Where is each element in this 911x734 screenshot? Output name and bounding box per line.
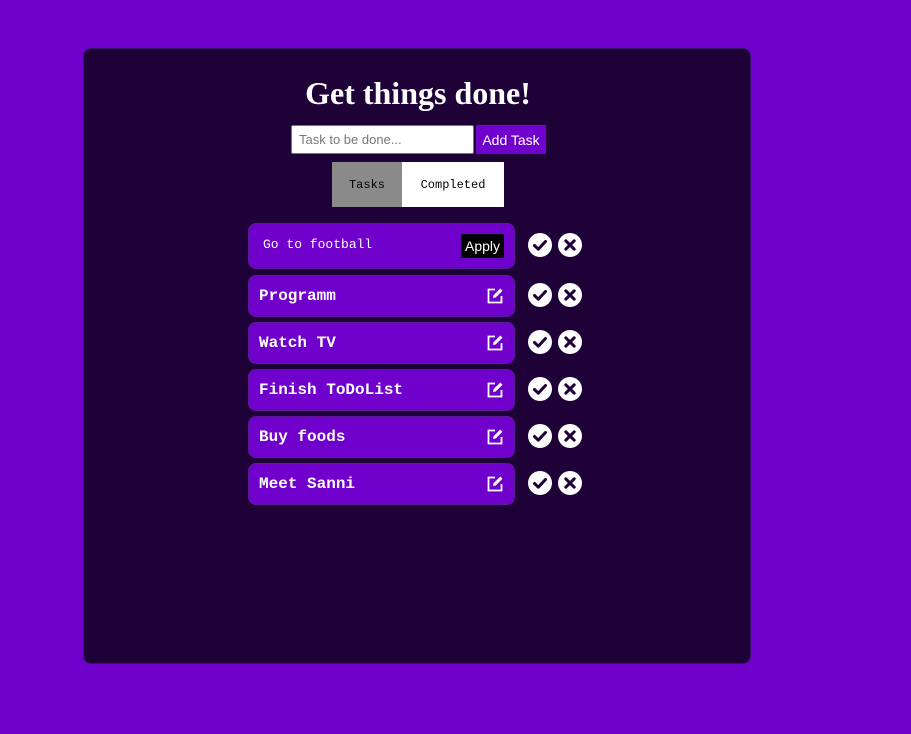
edit-icon[interactable]: [486, 334, 504, 352]
page-title: Get things done!: [305, 75, 531, 111]
task-item[interactable]: Buy foods: [248, 416, 515, 458]
check-circle-icon[interactable]: [528, 471, 552, 495]
close-circle-icon[interactable]: [558, 233, 582, 257]
task-item[interactable]: Watch TV: [248, 322, 515, 364]
task-row: Watch TV: [248, 322, 582, 364]
task-row: Programm: [248, 275, 582, 317]
task-label: Buy foods: [259, 428, 346, 446]
task-label: Meet Sanni: [259, 475, 356, 493]
check-circle-icon[interactable]: [528, 330, 552, 354]
task-item[interactable]: Programm: [248, 275, 515, 317]
task-row: Meet Sanni: [248, 463, 582, 505]
task-item[interactable]: Finish ToDoList: [248, 369, 515, 411]
task-label: Programm: [259, 287, 336, 305]
add-task-button[interactable]: Add Task: [476, 125, 546, 154]
check-circle-icon[interactable]: [528, 424, 552, 448]
task-row-editing: Apply: [248, 223, 582, 269]
task-row: Finish ToDoList: [248, 369, 582, 411]
tab-tasks[interactable]: Tasks: [332, 162, 402, 207]
task-item[interactable]: Meet Sanni: [248, 463, 515, 505]
close-circle-icon[interactable]: [558, 283, 582, 307]
edit-icon[interactable]: [486, 287, 504, 305]
todo-panel: Get things done! Add Task Tasks Complete…: [83, 48, 751, 664]
tab-completed[interactable]: Completed: [402, 162, 504, 207]
close-circle-icon[interactable]: [558, 377, 582, 401]
close-circle-icon[interactable]: [558, 424, 582, 448]
check-circle-icon[interactable]: [528, 283, 552, 307]
apply-button[interactable]: Apply: [461, 234, 504, 258]
check-circle-icon[interactable]: [528, 233, 552, 257]
close-circle-icon[interactable]: [558, 330, 582, 354]
new-task-input[interactable]: [291, 125, 474, 154]
check-circle-icon[interactable]: [528, 377, 552, 401]
task-label: Finish ToDoList: [259, 381, 404, 399]
close-circle-icon[interactable]: [558, 471, 582, 495]
edit-icon[interactable]: [486, 475, 504, 493]
task-edit-item: Apply: [248, 223, 515, 269]
edit-icon[interactable]: [486, 428, 504, 446]
task-label: Watch TV: [259, 334, 336, 352]
task-edit-input[interactable]: [263, 234, 453, 254]
task-row: Buy foods: [248, 416, 582, 458]
edit-icon[interactable]: [486, 381, 504, 399]
